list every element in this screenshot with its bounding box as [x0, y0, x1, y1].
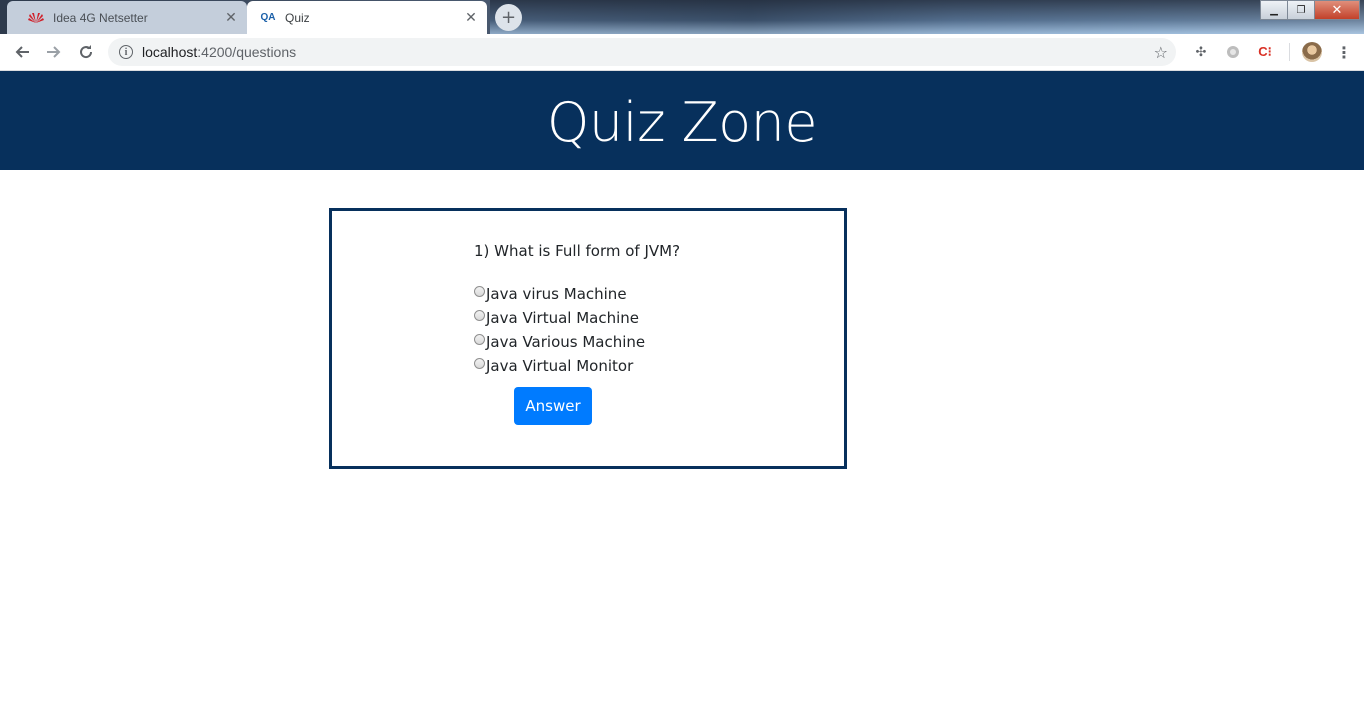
radio-button[interactable]: [474, 285, 485, 297]
option-item[interactable]: Java Various Machine: [474, 330, 645, 354]
minimize-window-button[interactable]: ▁: [1260, 0, 1288, 20]
quiz-card: 1) What is Full form of JVM? Java virus …: [329, 208, 847, 469]
extension-puzzle-icon[interactable]: ✣: [1192, 43, 1210, 61]
huawei-logo-icon: [27, 11, 45, 25]
radio-button[interactable]: [474, 333, 485, 345]
tab-title: Idea 4G Netsetter: [53, 10, 148, 25]
option-label: Java Various Machine: [486, 333, 646, 351]
option-item[interactable]: Java Virtual Monitor: [474, 354, 645, 378]
window-controls: ▁ ❐ ✕: [1260, 0, 1360, 20]
browser-tab-strip: Idea 4G Netsetter ✕ QA Quiz ✕ + ▁ ❐ ✕: [0, 0, 1364, 34]
option-item[interactable]: Java Virtual Machine: [474, 306, 645, 330]
reload-icon[interactable]: [76, 42, 96, 62]
window-background: [490, 0, 1364, 34]
new-tab-button[interactable]: +: [495, 4, 522, 31]
app-header: Quiz Zone: [0, 71, 1364, 170]
radio-button[interactable]: [474, 357, 485, 369]
close-tab-icon[interactable]: ✕: [459, 10, 483, 26]
menu-kebab-icon[interactable]: ⋮: [1335, 43, 1353, 62]
option-label: Java virus Machine: [486, 285, 627, 303]
extension-circle-icon[interactable]: [1224, 43, 1242, 61]
qa-logo-icon: QA: [260, 12, 276, 23]
extension-c-icon[interactable]: C⁝: [1256, 43, 1274, 61]
close-window-button[interactable]: ✕: [1314, 0, 1360, 20]
back-arrow-icon[interactable]: [12, 42, 32, 62]
restore-window-button[interactable]: ❐: [1287, 0, 1315, 20]
url-text: localhost:4200/questions: [142, 44, 297, 60]
options-list: Java virus Machine Java Virtual Machine …: [474, 282, 645, 378]
tab-title: Quiz: [285, 10, 310, 25]
browser-toolbar: i localhost:4200/questions ☆ ✣ C⁝ ⋮: [0, 34, 1364, 71]
browser-tab-quiz[interactable]: QA Quiz ✕: [247, 1, 487, 34]
page-title: Quiz Zone: [546, 91, 818, 154]
option-label: Java Virtual Monitor: [486, 357, 634, 375]
question-text: 1) What is Full form of JVM?: [474, 242, 681, 260]
address-bar[interactable]: i localhost:4200/questions ☆: [108, 38, 1176, 66]
bookmark-star-icon[interactable]: ☆: [1154, 43, 1168, 62]
option-label: Java Virtual Machine: [486, 309, 640, 327]
avatar[interactable]: [1302, 42, 1322, 62]
radio-button[interactable]: [474, 309, 485, 321]
option-item[interactable]: Java virus Machine: [474, 282, 645, 306]
close-tab-icon[interactable]: ✕: [219, 10, 243, 26]
site-info-icon[interactable]: i: [119, 45, 133, 59]
answer-button[interactable]: Answer: [514, 387, 592, 425]
forward-arrow-icon[interactable]: [44, 42, 64, 62]
toolbar-divider: [1289, 43, 1290, 61]
browser-tab-idea[interactable]: Idea 4G Netsetter ✕: [7, 1, 247, 34]
